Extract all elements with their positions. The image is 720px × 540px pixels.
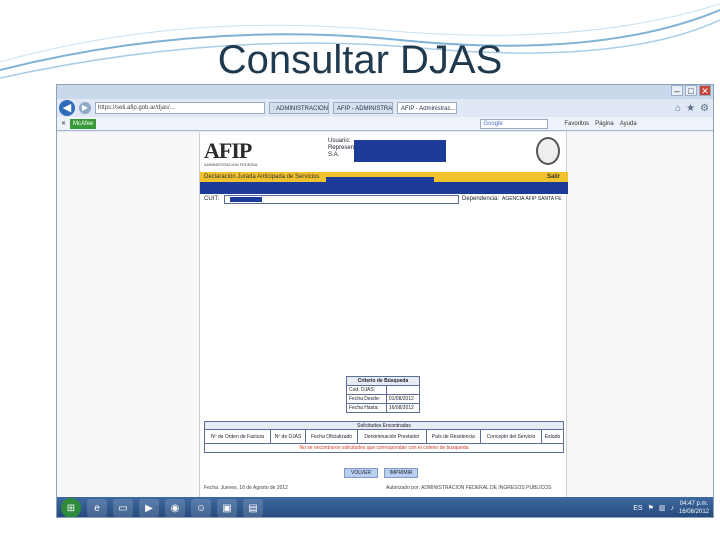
slide-title: Consultar DJAS xyxy=(217,38,503,82)
imprimir-button[interactable]: IMPRIMIR xyxy=(384,468,418,478)
language-indicator[interactable]: ES xyxy=(633,505,642,512)
menu-pagina[interactable]: Página xyxy=(595,121,614,127)
browser-screenshot: – □ ✕ ◀ ▶ https://seti.afip.gob.ar/djas/… xyxy=(56,84,714,518)
media-player-icon[interactable]: ▶ xyxy=(139,499,159,517)
volver-button[interactable]: VOLVER xyxy=(344,468,378,478)
criterio-title: Criterio de Búsqueda xyxy=(346,376,420,386)
column-header: Denominación Prestador xyxy=(357,429,427,444)
column-header: Estado xyxy=(540,429,565,444)
clock[interactable]: 04:47 p.m. 16/08/2012 xyxy=(679,500,709,516)
criterio-table: Criterio de Búsqueda Cod. DJAS: Fecha De… xyxy=(346,376,421,413)
word-icon[interactable]: ▤ xyxy=(243,499,263,517)
flag-icon[interactable]: ⚑ xyxy=(648,504,654,512)
action-buttons: VOLVER IMPRIMIR xyxy=(344,468,418,478)
tab-afip-1[interactable]: : ADMINISTRACION FEDERAL ... xyxy=(269,102,329,114)
menu-ayuda[interactable]: Ayuda xyxy=(620,121,637,127)
criterio-value: 01/08/2012 xyxy=(385,394,421,404)
table-row: Cod. DJAS: xyxy=(346,385,421,395)
column-header: Concepto del Servicio xyxy=(480,429,542,444)
footer-date: Fecha: Jueves, 16 de Agosto de 2012 xyxy=(204,485,288,491)
salir-link[interactable]: Salir xyxy=(547,172,560,182)
table-row: Fecha Desde: 01/08/2012 xyxy=(346,394,421,404)
browser-toolbar: ✕ McAfee Google Favoritos Página Ayuda xyxy=(57,117,713,131)
network-icon[interactable]: ▥ xyxy=(659,504,666,512)
afip-seal-icon xyxy=(536,137,560,165)
blue-bar xyxy=(200,182,568,194)
browser-navbar: ◀ ▶ https://seti.afip.gob.ar/djas/... : … xyxy=(57,99,713,117)
mcafee-button[interactable]: McAfee xyxy=(70,118,97,129)
browser-content: AFIP ADMINISTRACION FEDERAL Usuario: Rep… xyxy=(57,132,713,497)
browser-titlebar: – □ ✕ xyxy=(57,85,713,99)
criterio-value: 16/08/2012 xyxy=(385,403,421,413)
column-header: Nº de Orden de Factura xyxy=(203,429,272,444)
start-button-icon[interactable]: ⊞ xyxy=(61,498,81,517)
empty-message: No se encontraron solicitudes que corres… xyxy=(204,443,564,453)
system-title: Declaración Jurada Anticipada de Servici… xyxy=(204,174,320,180)
chrome-icon[interactable]: ◉ xyxy=(165,499,185,517)
cuit-row: CUIT: Dependencia: AGENCIA AFIP SANTA FE xyxy=(200,195,568,204)
afip-page: AFIP ADMINISTRACION FEDERAL Usuario: Rep… xyxy=(199,132,568,497)
page-footer: Fecha: Jueves, 16 de Agosto de 2012 Auto… xyxy=(200,483,568,492)
solicitudes-title: Solicitudes Encontradas xyxy=(204,421,564,430)
cuit-label: CUIT: xyxy=(204,196,219,202)
dependencia-label: Dependencia: xyxy=(462,196,500,202)
tab-afip-2[interactable]: AFIP - ADMINISTRACION FEDE... xyxy=(333,102,393,114)
column-header: Fecha Oficializado xyxy=(304,429,359,444)
maximize-button[interactable]: □ xyxy=(685,85,697,96)
afip-logo: AFIP xyxy=(204,138,252,163)
redacted-block xyxy=(354,140,446,162)
close-button[interactable]: ✕ xyxy=(699,85,711,96)
favorites-icon[interactable]: ★ xyxy=(686,103,695,114)
volume-icon[interactable]: ♪ xyxy=(670,505,674,512)
criterio-label: Fecha Desde: xyxy=(346,394,387,404)
criterio-value xyxy=(385,385,421,395)
messenger-icon[interactable]: ☺ xyxy=(191,499,211,517)
minimize-button[interactable]: – xyxy=(671,85,683,96)
table-row: Fecha Hasta: 16/08/2012 xyxy=(346,403,421,413)
address-bar[interactable]: https://seti.afip.gob.ar/djas/... xyxy=(95,102,265,114)
folder-icon[interactable]: ▭ xyxy=(113,499,133,517)
powerpoint-icon[interactable]: ▣ xyxy=(217,499,237,517)
tab-afip-3[interactable]: AFIP - Administrac... xyxy=(397,102,457,114)
clock-date: 16/08/2012 xyxy=(678,509,709,515)
search-engine-box[interactable]: Google xyxy=(480,118,549,129)
home-icon[interactable]: ⌂ xyxy=(675,103,681,114)
forward-button[interactable]: ▶ xyxy=(79,102,91,114)
gear-icon[interactable]: ⚙ xyxy=(700,103,709,114)
column-header: Nº de DJAS xyxy=(270,429,306,444)
criterio-label: Cod. DJAS: xyxy=(346,385,387,395)
footer-authorized: Autorizado por: ADMINISTRACION FEDERAL D… xyxy=(386,485,552,491)
criterio-label: Fecha Hasta: xyxy=(346,403,387,413)
afip-logo-subtitle: ADMINISTRACION FEDERAL xyxy=(204,162,259,167)
ie-icon[interactable]: e xyxy=(87,499,107,517)
redacted-block xyxy=(230,197,262,202)
system-tray: ES ⚑ ▥ ♪ 04:47 p.m. 16/08/2012 xyxy=(633,500,713,516)
menu-favoritos[interactable]: Favoritos xyxy=(564,121,589,127)
solicitudes-table: Solicitudes Encontradas Nº de Orden de F… xyxy=(203,421,565,453)
column-header: País de Residencia xyxy=(425,429,482,444)
back-button[interactable]: ◀ xyxy=(59,100,75,116)
clock-time: 04:47 p.m. xyxy=(679,501,709,507)
close-toolbar-icon[interactable]: ✕ xyxy=(61,120,66,127)
taskbar: ⊞ e ▭ ▶ ◉ ☺ ▣ ▤ ES ⚑ ▥ ♪ 04:47 p.m. 16/0… xyxy=(57,497,713,517)
dependencia-value: AGENCIA AFIP SANTA FE xyxy=(502,196,562,202)
